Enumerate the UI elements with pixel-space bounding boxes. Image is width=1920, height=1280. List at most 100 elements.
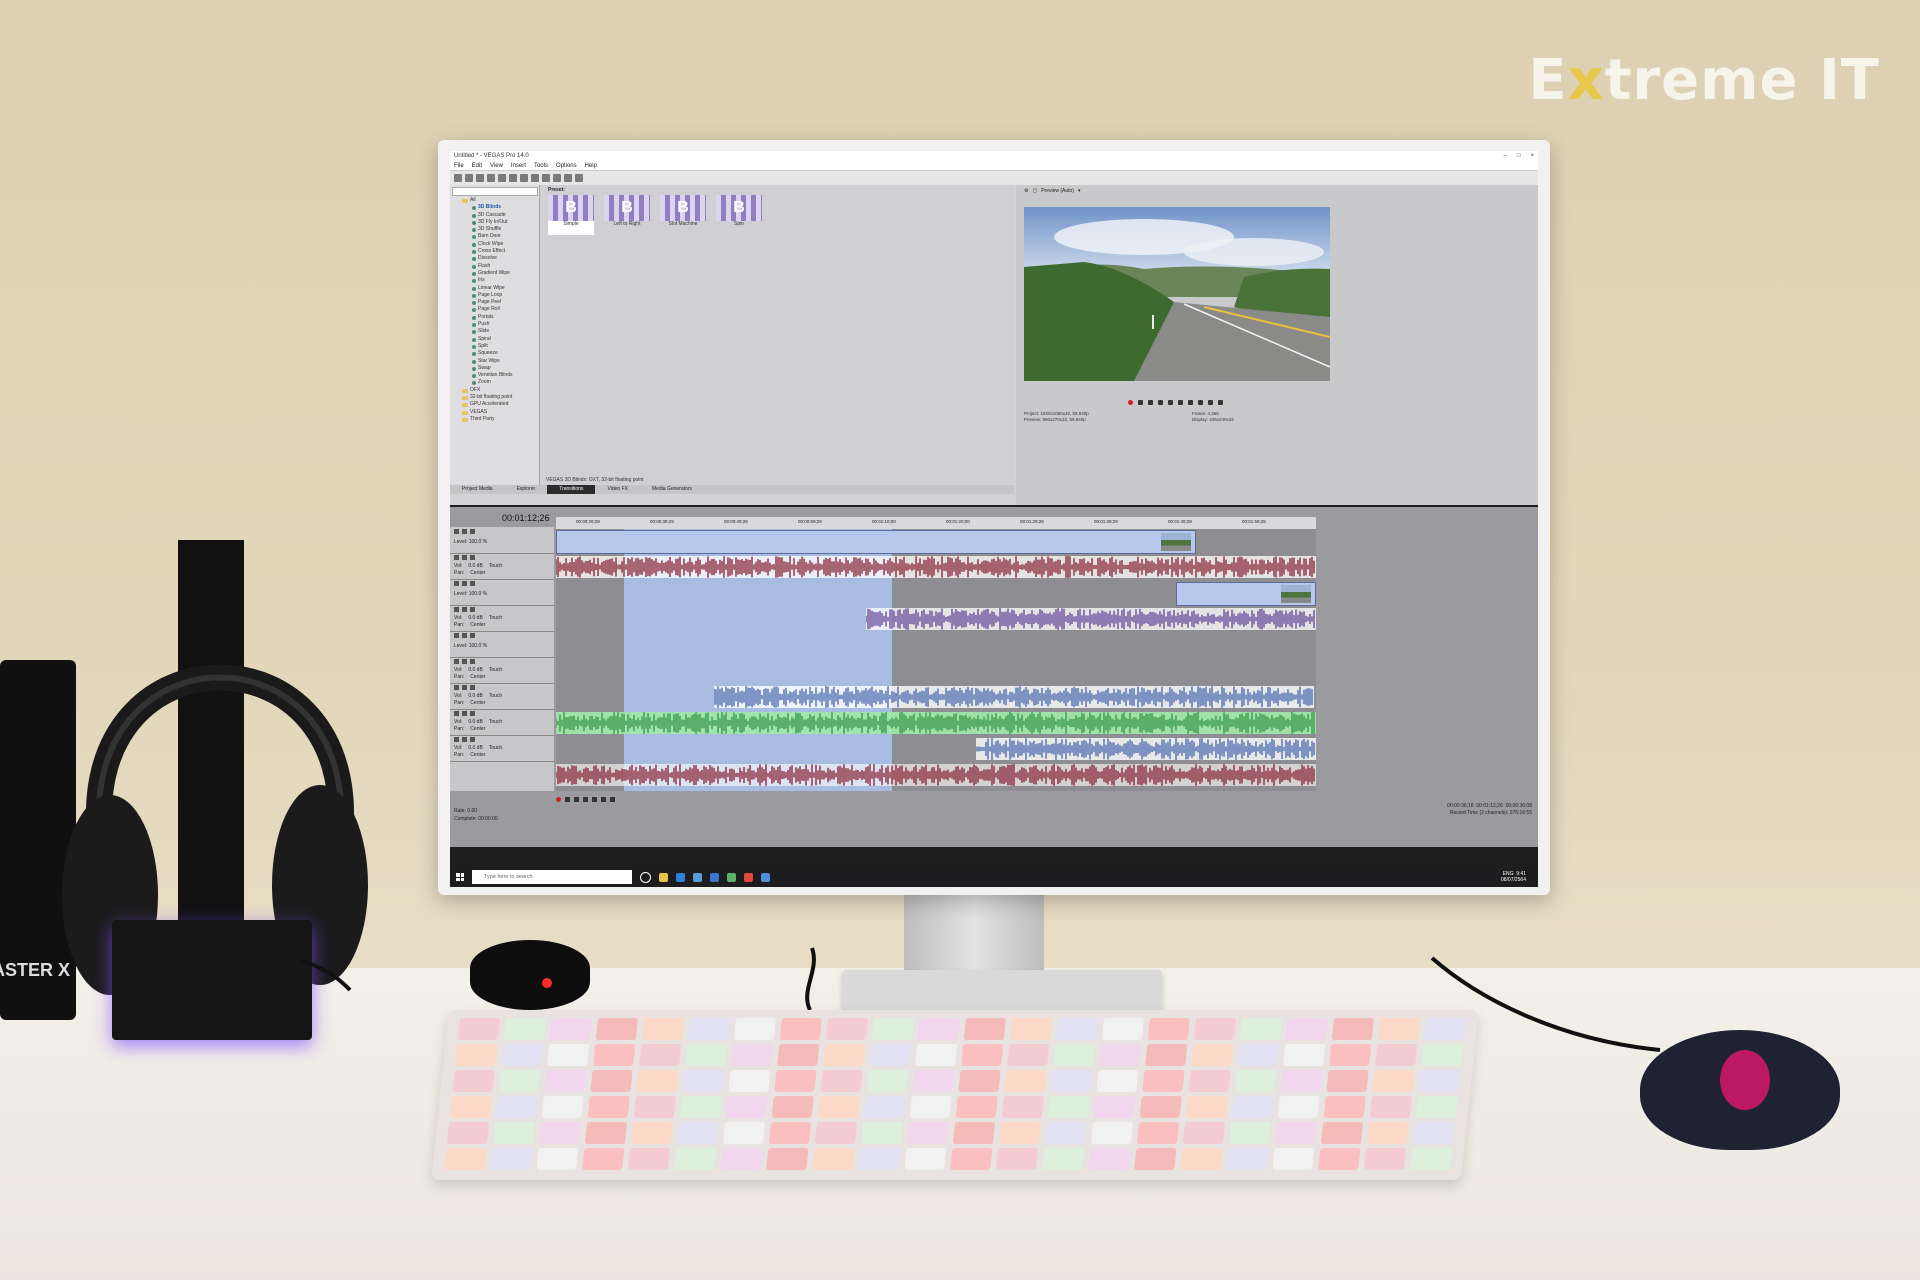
keycap [953,1122,995,1144]
keycap [547,1044,590,1066]
keycap [1277,1096,1320,1118]
keycap [490,1148,533,1170]
keycap [1318,1148,1361,1170]
keycap [955,1096,998,1118]
keycap [1237,1044,1280,1066]
keycap [1191,1044,1234,1066]
keycap [964,1018,1006,1040]
keycap [817,1096,860,1118]
keycap [720,1148,763,1170]
keycap [1148,1018,1190,1040]
keycap [1375,1044,1418,1066]
keycap [1378,1018,1420,1040]
keycap [642,1018,684,1040]
keycap [685,1044,728,1066]
keycap [1180,1148,1223,1170]
keycap [631,1122,673,1144]
keycap [447,1122,489,1144]
keycap [585,1122,627,1144]
keycap [498,1070,541,1092]
keycap [823,1044,866,1066]
keycap [769,1122,811,1144]
keycap [1091,1122,1133,1144]
keycap [587,1096,630,1118]
keycap [674,1148,717,1170]
keycap [1053,1044,1096,1066]
keycap [1099,1044,1142,1066]
mouse-led [1720,1050,1770,1110]
keycap [1093,1096,1136,1118]
keycap [1369,1096,1412,1118]
keycap [766,1148,809,1170]
keycap [1134,1148,1177,1170]
keycap [541,1096,584,1118]
keycap [1045,1122,1087,1144]
keycap [1001,1096,1044,1118]
keycap [536,1148,579,1170]
keycap [636,1070,679,1092]
keycap [815,1122,857,1144]
keycap [590,1070,633,1092]
keycap [958,1070,1001,1092]
keycap [812,1148,855,1170]
keycap [1332,1018,1374,1040]
keycap [1410,1148,1453,1170]
keycap [861,1122,903,1144]
keycap [774,1070,817,1092]
keycap [1004,1070,1047,1092]
keycap [912,1070,955,1092]
keycap [1283,1044,1326,1066]
mouse [1640,1030,1840,1150]
keycap [1231,1096,1274,1118]
keycap [907,1122,949,1144]
keycap [688,1018,730,1040]
keycap [452,1070,495,1092]
keycap [1321,1122,1363,1144]
keycap [1226,1148,1269,1170]
keycap [682,1070,725,1092]
keycap [826,1018,868,1040]
keycap [1145,1044,1188,1066]
keycap [904,1148,947,1170]
keycap [1137,1122,1179,1144]
keycap [1329,1044,1372,1066]
keycap [915,1044,958,1066]
keycap [869,1044,912,1066]
keycap [596,1018,638,1040]
keycap [777,1044,820,1066]
keycap [950,1148,993,1170]
keycap [539,1122,581,1144]
keycap [444,1148,487,1170]
keycap [1102,1018,1144,1040]
keycap [961,1044,1004,1066]
keycap [1275,1122,1317,1144]
keycap [909,1096,952,1118]
keycap [731,1044,774,1066]
keycap [501,1044,544,1066]
keycap [1194,1018,1236,1040]
keycap [820,1070,863,1092]
keycap [633,1096,676,1118]
keycap [1234,1070,1277,1092]
keycap [863,1096,906,1118]
keycap [1096,1070,1139,1092]
keycap [918,1018,960,1040]
keycap [723,1122,765,1144]
keycap [1188,1070,1231,1092]
keycap [1372,1070,1415,1092]
keycap [458,1018,500,1040]
keycap [495,1096,538,1118]
keycap [550,1018,592,1040]
keycap [1272,1148,1315,1170]
keycap [999,1122,1041,1144]
keycap [639,1044,682,1066]
keycap [858,1148,901,1170]
keycap [1229,1122,1271,1144]
keycap [996,1148,1039,1170]
keycap [872,1018,914,1040]
keycap [455,1044,498,1066]
keycap [1050,1070,1093,1092]
keycap [593,1044,636,1066]
keycap [866,1070,909,1092]
keycap [1421,1044,1464,1066]
